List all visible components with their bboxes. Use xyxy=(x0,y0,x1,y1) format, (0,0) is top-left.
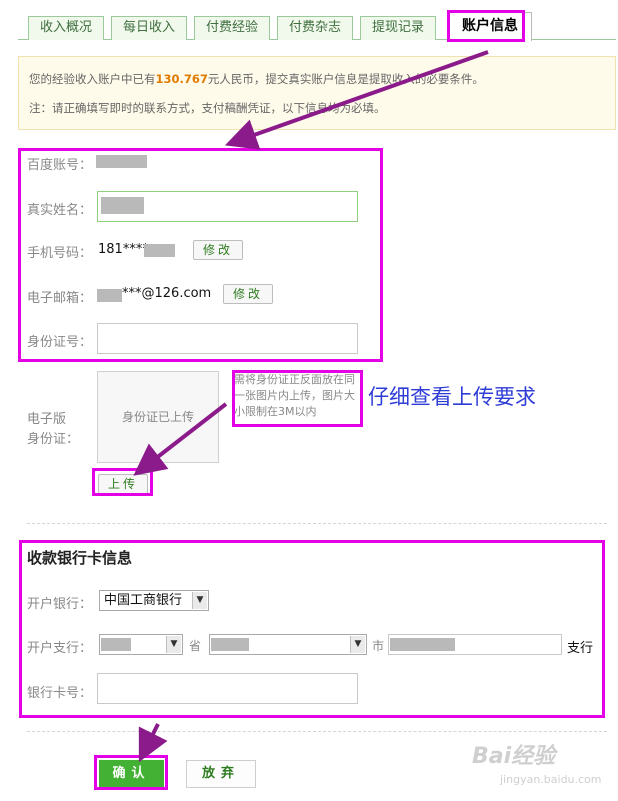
arrow-to-account-section xyxy=(224,50,489,150)
arrow-to-confirm-button xyxy=(138,723,168,763)
arrow-to-upload-button xyxy=(133,402,228,476)
annotation-arrows xyxy=(133,50,489,763)
